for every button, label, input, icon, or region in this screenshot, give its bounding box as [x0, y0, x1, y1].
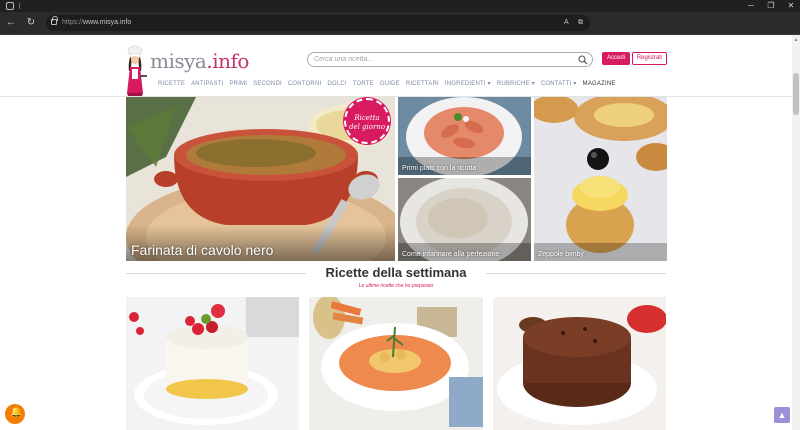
close-icon[interactable]: ✕ [780, 0, 800, 12]
logo-main: misya [150, 49, 207, 73]
week-section-title: Ricette della settimana [325, 265, 467, 280]
zeppole-image [534, 97, 667, 261]
nav-item-ricettari[interactable]: RICETTARI [406, 79, 439, 89]
notification-bell-button[interactable]: 🔔 [5, 404, 25, 424]
hero-tile-flour[interactable]: Come infarinare alla perfezione [398, 178, 531, 261]
nav-item-ingredienti[interactable]: INGREDIENTI ▾ [445, 79, 491, 89]
nav-item-rubriche[interactable]: RUBRICHE ▾ [497, 79, 535, 89]
tab-separator [19, 3, 20, 9]
nav-item-contatti[interactable]: CONTATTI ▾ [541, 79, 577, 89]
recipe-of-day-badge[interactable]: Ricetta del giorno [344, 98, 390, 144]
nav-item-magazine[interactable]: MAGAZINE [583, 79, 616, 89]
search-icon[interactable] [578, 55, 588, 65]
back-icon[interactable]: ← [4, 16, 18, 30]
nav-item-guide[interactable]: GUIDE [380, 79, 400, 89]
hero-tile-pasta[interactable]: Primi piatti con la ricotta [398, 97, 531, 175]
scroll-up-icon[interactable]: ▲ [793, 37, 799, 43]
reader-mode-icon[interactable]: A [564, 17, 569, 29]
badge-line1: Ricetta [354, 114, 380, 122]
recipe-card-cake[interactable] [126, 297, 299, 430]
cake-image [126, 297, 299, 430]
login-button[interactable]: Accedi [602, 52, 630, 65]
nav-item-antipasti[interactable]: ANTIPASTI [191, 79, 223, 89]
browser-toolbar: ← ↻ https://www.misya.info A ⧉ [0, 12, 800, 34]
tab-icon[interactable] [6, 2, 14, 10]
nav-item-secondi[interactable]: SECONDI [253, 79, 282, 89]
web-page: misya.info Cerca una ricetta... Accedi R… [0, 35, 792, 430]
search-input[interactable]: Cerca una ricetta... [307, 52, 593, 67]
recipe-card-chocolate[interactable] [493, 297, 666, 430]
page-scrollbar[interactable]: ▲ [792, 35, 800, 430]
nav-item-ricette[interactable]: RICETTE [158, 79, 185, 89]
lock-icon[interactable] [51, 16, 58, 25]
tab-actions-icon[interactable]: ⧉ [578, 17, 583, 29]
main-nav: RICETTE ANTIPASTI PRIMI SECONDI CONTORNI… [158, 79, 622, 89]
url-text[interactable]: https://www.misya.info [62, 17, 131, 29]
week-section-subtitle: Le ultime ricette che ho preparato [358, 283, 434, 289]
bell-icon: 🔔 [10, 407, 23, 418]
nav-item-dolci[interactable]: DOLCI [327, 79, 346, 89]
search-placeholder: Cerca una ricetta... [314, 56, 374, 63]
badge-line2: del giorno [348, 123, 386, 131]
hero-tile-flour-caption[interactable]: Come infarinare alla perfezione [402, 250, 499, 259]
hero-main-caption[interactable]: Farinata di cavolo nero [131, 242, 273, 258]
nav-item-primi[interactable]: PRIMI [229, 79, 247, 89]
site-logo[interactable]: misya.info [150, 49, 249, 73]
logo-domain: .info [206, 49, 249, 73]
refresh-icon[interactable]: ↻ [24, 16, 38, 30]
flour-image [398, 178, 531, 261]
nav-item-contorni[interactable]: CONTORNI [288, 79, 322, 89]
header-divider [0, 96, 792, 97]
scroll-to-top-button[interactable]: ▲ [774, 407, 790, 423]
register-button[interactable]: Registrati [632, 52, 667, 65]
maximize-icon[interactable]: ❐ [760, 0, 782, 12]
logo-chef-icon[interactable] [122, 45, 148, 97]
pumpkin-soup-image [309, 297, 483, 430]
nav-item-torte[interactable]: TORTE [353, 79, 374, 89]
url-prefix: https:// [62, 19, 84, 26]
chocolate-cake-image [493, 297, 666, 430]
url-host: www.misya.info [83, 19, 132, 26]
hero-tile-zeppole-caption[interactable]: Zeppole bimby [538, 250, 584, 259]
browser-titlebar: ─ ❐ ✕ [0, 0, 800, 12]
minimize-icon[interactable]: ─ [740, 0, 762, 12]
hero-tile-zeppole[interactable]: Zeppole bimby [534, 97, 667, 261]
scroll-thumb[interactable] [793, 73, 799, 115]
hero-tile-pasta-caption[interactable]: Primi piatti con la ricotta [402, 164, 476, 173]
recipe-card-soup[interactable] [309, 297, 483, 430]
week-section-header: Ricette della settimana [126, 265, 666, 281]
address-bar[interactable]: https://www.misya.info A ⧉ [46, 15, 590, 31]
